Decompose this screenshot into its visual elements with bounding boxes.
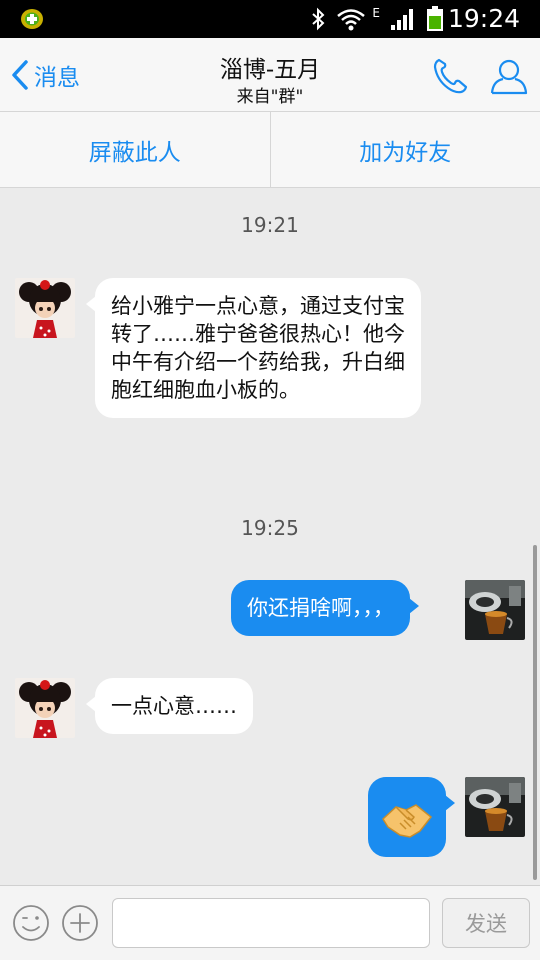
timestamp-divider: 19:25: [241, 516, 299, 540]
tea-cup-avatar[interactable]: [465, 580, 525, 640]
status-clock: 19:24: [447, 4, 520, 33]
phone-icon[interactable]: [430, 56, 470, 96]
wifi-icon: [337, 9, 366, 31]
emoji-icon[interactable]: [12, 904, 50, 942]
system-icons: E: [310, 6, 444, 32]
block-user-button[interactable]: 屏蔽此人: [0, 112, 270, 187]
add-friend-button[interactable]: 加为好友: [271, 112, 540, 187]
nav-bar: 消息 淄博-五月 来自"群": [0, 38, 540, 112]
signal-icon: [391, 9, 413, 30]
doll-avatar[interactable]: [15, 678, 75, 738]
incoming-message-bubble[interactable]: 给小雅宁一点心意，通过支付宝转了……雅宁爸爸很热心！他今中午有介绍一个药给我，升…: [86, 278, 421, 418]
doll-avatar[interactable]: [15, 278, 75, 338]
status-bar: E 19:24: [0, 0, 540, 38]
battery-icon: [427, 6, 443, 31]
timestamp-divider: 19:21: [241, 213, 299, 237]
network-type-label: E: [372, 6, 380, 20]
bluetooth-icon: [312, 7, 325, 31]
stranger-action-bar: 屏蔽此人 加为好友: [0, 112, 540, 188]
person-icon[interactable]: [489, 56, 529, 96]
send-button[interactable]: 发送: [442, 898, 530, 948]
incoming-message-bubble[interactable]: 一点心意……: [86, 678, 253, 734]
message-list[interactable]: 19:21 给小雅宁一点心意，通过支付宝转了……雅宁爸爸很热心！他今中午有介绍一…: [0, 188, 540, 885]
outgoing-emoji-bubble[interactable]: [368, 777, 455, 857]
input-bar: 发送: [0, 885, 540, 960]
message-input[interactable]: [112, 898, 430, 948]
app-notification-icon: [21, 9, 43, 29]
chat-scrollbar[interactable]: [533, 545, 537, 880]
outgoing-message-bubble[interactable]: 你还捐啥啊，，，: [231, 580, 419, 636]
plus-icon[interactable]: [61, 904, 99, 942]
tea-cup-avatar[interactable]: [465, 777, 525, 837]
handshake-icon: [382, 804, 433, 838]
